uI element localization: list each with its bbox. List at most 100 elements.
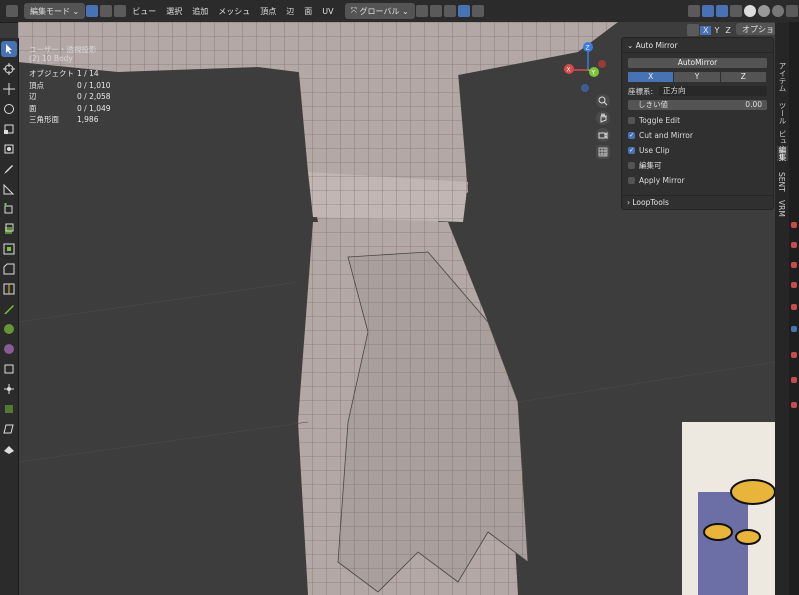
edge-slide-icon xyxy=(4,384,14,394)
ortho-toggle-button[interactable] xyxy=(596,145,610,159)
shrink-icon xyxy=(5,405,13,413)
property-tab-icon[interactable] xyxy=(791,402,797,408)
menu-face[interactable]: 面 xyxy=(299,6,317,17)
stat-row: 三角形面 1,986 xyxy=(29,115,99,124)
property-tab-icon[interactable] xyxy=(791,304,797,310)
add-cube-tool[interactable] xyxy=(1,201,17,217)
menu-edge[interactable]: 辺 xyxy=(281,6,299,17)
orientation-dropdown[interactable]: ⤧ グローバル ⌄ xyxy=(344,3,415,19)
orientation-select[interactable]: 正方向 xyxy=(659,86,767,96)
edge-slide-tool[interactable] xyxy=(1,381,17,397)
use-clip-checkbox[interactable]: ✓ Use Clip xyxy=(628,145,767,155)
mirror-icon xyxy=(687,24,699,36)
mirror-y-toggle[interactable]: Y xyxy=(711,26,722,35)
proportional-edit-icon[interactable] xyxy=(457,5,470,17)
poly-build-icon xyxy=(4,324,14,334)
poly-build-tool[interactable] xyxy=(1,321,17,337)
bevel-tool[interactable] xyxy=(1,261,17,277)
rotate-tool[interactable] xyxy=(1,101,17,117)
pan-view-button[interactable] xyxy=(596,111,610,125)
tab-tool[interactable]: ツール xyxy=(777,102,788,125)
select-tool[interactable] xyxy=(1,41,17,57)
zoom-view-button[interactable] xyxy=(596,94,610,108)
visibility-icon[interactable] xyxy=(688,5,700,17)
mirror-x-toggle[interactable]: X xyxy=(700,25,712,35)
xray-icon[interactable] xyxy=(730,5,742,17)
property-tab-icon[interactable] xyxy=(791,262,797,268)
gizmo-icon[interactable] xyxy=(702,5,714,17)
mode-dropdown[interactable]: 編集モード ⌄ xyxy=(24,3,86,19)
snap-icon[interactable] xyxy=(429,5,442,17)
rendered-shading-icon[interactable] xyxy=(772,5,784,17)
viewport-header: 編集モード ⌄ ビュー 選択 追加 メッシュ 頂点 辺 面 UV ⤧ グローバル… xyxy=(0,0,799,23)
shrink-tool[interactable] xyxy=(1,401,17,417)
inset-icon xyxy=(3,243,15,255)
measure-tool[interactable] xyxy=(1,181,17,197)
annotate-tool[interactable] xyxy=(1,161,17,177)
property-tab-icon[interactable] xyxy=(791,377,797,383)
apply-mirror-checkbox[interactable]: Apply Mirror xyxy=(628,175,767,185)
loop-cut-tool[interactable] xyxy=(1,281,17,297)
toggle-edit-checkbox[interactable]: Toggle Edit xyxy=(628,115,767,125)
orientation-row: 座標系: 正方向 xyxy=(628,86,767,96)
inset-tool[interactable] xyxy=(1,241,17,257)
property-tab-icon[interactable] xyxy=(791,282,797,288)
rip-tool[interactable] xyxy=(1,441,17,457)
orientation-icon: ⤧ xyxy=(350,6,357,15)
cut-and-mirror-checkbox[interactable]: ✓ Cut and Mirror xyxy=(628,130,767,140)
auto-mirror-button[interactable]: AutoMirror xyxy=(628,58,767,68)
auto-mirror-panel: ⌄ Auto Mirror AutoMirror X Y Z 座標系: 正方向 … xyxy=(621,37,774,210)
transform-tool[interactable] xyxy=(1,141,17,157)
axis-y-button[interactable]: Y xyxy=(674,72,720,82)
move-tool[interactable] xyxy=(1,81,17,97)
menu-view[interactable]: ビュー xyxy=(127,6,161,17)
property-tab-icon[interactable] xyxy=(791,352,797,358)
axis-z-button[interactable]: Z xyxy=(720,72,766,82)
tab-edit[interactable]: 編集 xyxy=(777,146,788,161)
navigation-gizmo[interactable]: Z X Y xyxy=(558,40,618,100)
pivot-icon[interactable] xyxy=(415,5,428,17)
menu-uv[interactable]: UV xyxy=(317,7,338,16)
property-tab-icon[interactable] xyxy=(791,222,797,228)
looptools-panel-header[interactable]: › LoopTools xyxy=(622,195,773,209)
menu-add[interactable]: 追加 xyxy=(187,6,213,17)
rotate-icon xyxy=(4,104,14,114)
camera-view-button[interactable] xyxy=(596,128,610,142)
shading-options-icon[interactable] xyxy=(786,5,798,17)
tab-item[interactable]: アイテム xyxy=(777,62,788,92)
vertex-select-icon[interactable] xyxy=(86,5,99,17)
knife-tool[interactable] xyxy=(1,301,17,317)
material-shading-icon[interactable] xyxy=(758,5,770,17)
face-select-icon[interactable] xyxy=(114,5,127,17)
threshold-field[interactable]: しきい値 0.00 xyxy=(628,100,767,110)
scale-tool[interactable] xyxy=(1,121,17,137)
editable-checkbox[interactable]: 編集可 xyxy=(628,160,767,170)
transform-icon xyxy=(4,144,14,154)
axis-x-button[interactable]: X xyxy=(628,72,674,82)
cube-add-icon xyxy=(4,203,13,214)
hand-icon xyxy=(600,113,607,123)
menu-mesh[interactable]: メッシュ xyxy=(213,6,255,17)
menu-select[interactable]: 選択 xyxy=(161,6,187,17)
editor-type-button[interactable] xyxy=(2,3,22,19)
stat-row: 辺0 / 2,058 xyxy=(29,92,111,101)
smooth-tool[interactable] xyxy=(1,361,17,377)
spin-tool[interactable] xyxy=(1,341,17,357)
stat-row: オブジェクト 1 / 14 xyxy=(29,69,99,78)
shear-tool[interactable] xyxy=(1,421,17,437)
tab-sent[interactable]: SENT xyxy=(777,172,786,192)
falloff-icon[interactable] xyxy=(471,5,484,17)
property-tab-icon[interactable] xyxy=(791,242,797,248)
cursor-tool[interactable] xyxy=(1,61,17,77)
stat-row: 頂点 0 / 1,010 xyxy=(29,80,111,90)
panel-header[interactable]: ⌄ Auto Mirror xyxy=(622,38,773,53)
tab-vrm[interactable]: VRM xyxy=(777,200,786,217)
overlay-icon[interactable] xyxy=(716,5,728,17)
menu-vertex[interactable]: 頂点 xyxy=(255,6,281,17)
mirror-z-toggle[interactable]: Z xyxy=(722,26,733,35)
extrude-tool[interactable] xyxy=(1,221,17,237)
property-tab-icon[interactable] xyxy=(791,326,797,332)
solid-shading-icon[interactable] xyxy=(744,5,756,17)
snap-target-icon[interactable] xyxy=(443,5,456,17)
edge-select-icon[interactable] xyxy=(100,5,113,17)
